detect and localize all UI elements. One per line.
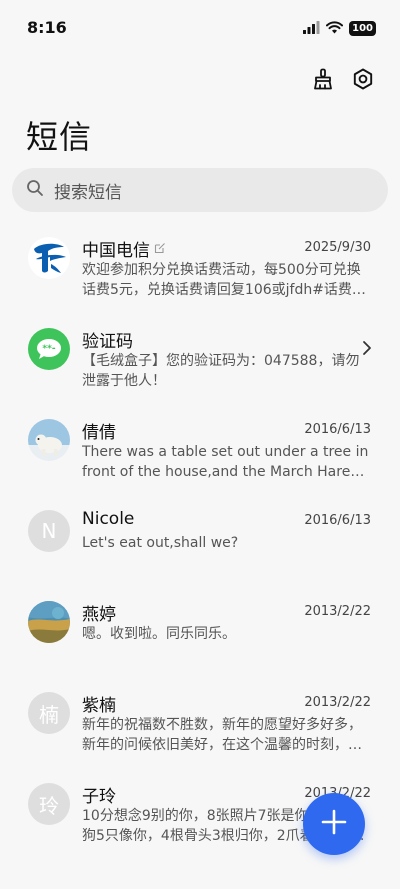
conversation-name: 紫楠 [82,696,116,716]
conversation-name: 倩倩 [82,423,116,443]
conversation-item[interactable]: N Nicole 2016/6/13 Let's eat out,shall w… [0,500,400,591]
svg-text:**-: **- [42,344,55,354]
china-telecom-logo [28,237,70,279]
conversation-list: 中国电信 2025/9/30 欢迎参加积分兑换话费活动，每500分可兑换话费5元… [0,227,400,864]
conversation-date: 2013/2/22 [304,695,371,710]
gear-icon[interactable] [350,66,376,92]
conversation-preview: Let's eat out,shall we? [82,535,239,551]
plus-icon [321,809,347,839]
edit-icon [154,239,166,259]
landscape-photo [28,601,70,643]
broom-icon[interactable] [310,66,336,92]
conversation-name: 子玲 [82,787,116,807]
verification-code-icon: **- [28,328,70,370]
avatar: N [28,510,70,552]
search-bar[interactable]: 搜索短信 [12,168,388,212]
status-icons: 100 [303,19,376,38]
conversation-date: 2013/2/22 [304,604,371,619]
search-icon [26,179,44,201]
new-message-button[interactable] [303,793,365,855]
avatar: 楠 [28,692,70,734]
avatar: 玲 [28,783,70,825]
conversation-date: 2016/6/13 [304,513,371,528]
status-time: 8:16 [27,18,67,37]
polar-bear-photo [28,419,70,461]
search-placeholder: 搜索短信 [54,182,122,203]
conversation-name: 验证码 [82,332,133,352]
conversation-name: Nicole [82,509,135,529]
conversation-name: 中国电信 [82,236,166,261]
messages-screen: 8:16 100 短信 搜索短信 中国电信 2025/9/30 欢迎参加积分兑换… [0,0,400,889]
conversation-preview: 欢迎参加积分兑换话费活动，每500分可兑换话费5元，兑换话费请回复106或jfd… [82,262,366,298]
conversation-item[interactable]: 楠 紫楠 2013/2/22 新年的祝福数不胜数，新年的愿望好多好多，新年的问候… [0,682,400,773]
conversation-name: 燕婷 [82,605,116,625]
signal-icon [303,19,320,38]
conversation-preview: 嗯。收到啦。同乐同乐。 [82,626,236,642]
chevron-right-icon [362,340,372,360]
conversation-item[interactable]: 燕婷 2013/2/22 嗯。收到啦。同乐同乐。 [0,591,400,682]
conversation-item[interactable]: **- 验证码 【毛绒盒子】您的验证码为：047588，请勿泄露于他人！ [0,318,400,409]
conversation-date: 2025/9/30 [304,240,371,255]
conversation-item[interactable]: 倩倩 2016/6/13 There was a table set out u… [0,409,400,500]
status-bar: 8:16 100 [0,0,400,54]
page-title: 短信 [26,118,93,156]
battery-indicator: 100 [349,21,376,36]
conversation-preview: 【毛绒盒子】您的验证码为：047588，请勿泄露于他人！ [82,353,360,389]
conversation-preview: There was a table set out under a tree i… [82,444,369,480]
wifi-icon [326,19,344,38]
conversation-date: 2016/6/13 [304,422,371,437]
top-actions [310,66,376,92]
conversation-preview: 新年的祝福数不胜数，新年的愿望好多好多，新年的问候依旧美好，在这个温馨的时刻，… [82,717,362,753]
conversation-item[interactable]: 中国电信 2025/9/30 欢迎参加积分兑换话费活动，每500分可兑换话费5元… [0,227,400,318]
